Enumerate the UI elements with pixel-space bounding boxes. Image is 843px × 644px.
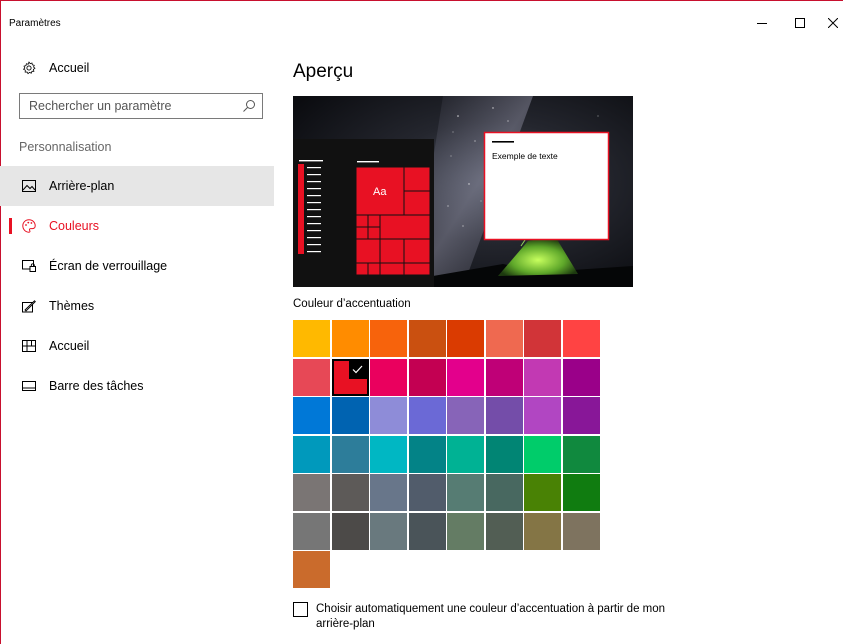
color-swatch[interactable] (485, 512, 523, 550)
picture-icon (21, 178, 37, 194)
preview-image: Aa Exemple de texte (293, 96, 633, 287)
color-swatch[interactable] (485, 474, 523, 511)
color-swatch-selected[interactable] (331, 358, 369, 396)
color-swatch[interactable] (524, 397, 561, 434)
color-swatch[interactable] (408, 435, 446, 473)
sidebar-item-label: Écran de verrouillage (49, 259, 168, 273)
color-swatch[interactable] (447, 474, 484, 511)
color-swatch[interactable] (370, 435, 407, 473)
color-swatch[interactable] (447, 397, 484, 434)
active-indicator (9, 218, 12, 234)
color-swatch[interactable] (293, 358, 330, 396)
color-swatch[interactable] (408, 397, 446, 434)
start-icon (21, 338, 37, 354)
color-swatch[interactable] (293, 512, 330, 550)
color-swatch[interactable] (485, 435, 523, 473)
color-swatch[interactable] (447, 358, 484, 396)
tile-text: Aa (373, 186, 387, 198)
color-swatch[interactable] (524, 474, 561, 511)
color-swatch[interactable] (524, 320, 561, 357)
color-swatch[interactable] (331, 397, 369, 434)
color-swatch[interactable] (408, 474, 446, 511)
lock-screen-icon (21, 258, 37, 274)
color-swatch[interactable] (562, 512, 600, 550)
sample-text: Exemple de texte (492, 151, 558, 161)
minimize-button[interactable] (747, 12, 777, 34)
color-swatch[interactable] (370, 358, 407, 396)
color-swatch[interactable] (370, 320, 407, 357)
search-icon (243, 100, 255, 112)
section-label: Personnalisation (19, 140, 112, 154)
color-swatch[interactable] (293, 397, 330, 434)
sidebar-item-label: Arrière-plan (49, 179, 115, 193)
window-title: Paramètres (9, 18, 61, 29)
color-swatch[interactable] (447, 512, 484, 550)
themes-icon (21, 298, 37, 314)
color-swatch[interactable] (408, 512, 446, 550)
color-swatch[interactable] (485, 358, 523, 396)
color-swatch[interactable] (293, 474, 330, 511)
search-placeholder: Rechercher un paramètre (29, 99, 172, 113)
sidebar-item-arriere-plan[interactable]: Arrière-plan (0, 166, 274, 206)
color-swatch[interactable] (370, 474, 407, 511)
color-swatch[interactable] (447, 320, 484, 357)
sidebar-item-label: Thèmes (49, 299, 95, 313)
auto-accent-label: Choisir automatiquement une couleur d’ac… (316, 603, 666, 630)
close-button[interactable] (823, 12, 843, 34)
page-title: Aperçu (293, 61, 354, 82)
color-swatch[interactable] (562, 320, 600, 357)
maximize-button[interactable] (785, 12, 815, 34)
color-swatch[interactable] (408, 320, 446, 357)
sidebar-item-barre-taches[interactable]: Barre des tâches (0, 366, 274, 406)
color-swatch[interactable] (331, 435, 369, 473)
maximize-icon (795, 18, 805, 28)
sidebar-item-accueil[interactable]: Accueil (0, 326, 274, 366)
color-swatch[interactable] (331, 512, 369, 550)
taskbar-icon (21, 378, 37, 394)
color-swatch[interactable] (293, 320, 330, 357)
theme-preview: Aa Exemple de texte (293, 96, 633, 287)
checkmark-icon (348, 360, 367, 379)
color-swatch[interactable] (524, 358, 561, 396)
color-swatch[interactable] (293, 435, 330, 473)
sidebar-item-label: Barre des tâches (49, 379, 144, 393)
color-swatch[interactable] (562, 435, 600, 473)
color-swatch[interactable] (485, 320, 523, 357)
sidebar: Accueil Rechercher un paramètre Personna… (0, 32, 274, 644)
color-swatch[interactable] (370, 512, 407, 550)
color-swatch[interactable] (370, 397, 407, 434)
color-swatch[interactable] (331, 474, 369, 511)
search-input[interactable]: Rechercher un paramètre (19, 93, 263, 119)
color-swatch[interactable] (524, 512, 561, 550)
title-bar: Paramètres (0, 0, 843, 32)
close-icon (828, 18, 838, 28)
minimize-icon (757, 23, 767, 24)
color-swatch[interactable] (447, 435, 484, 473)
color-swatch[interactable] (331, 320, 369, 357)
gear-icon (21, 60, 37, 76)
palette-icon (21, 218, 37, 234)
accent-color-label: Couleur d’accentuation (293, 298, 411, 310)
auto-accent-checkbox[interactable] (293, 602, 308, 617)
color-swatch[interactable] (562, 358, 600, 396)
sidebar-home-label: Accueil (49, 61, 90, 75)
sidebar-home[interactable]: Accueil (0, 48, 274, 88)
color-swatch[interactable] (562, 474, 600, 511)
sidebar-item-couleurs[interactable]: Couleurs (0, 206, 274, 246)
sidebar-item-ecran-verrouillage[interactable]: Écran de verrouillage (0, 246, 274, 286)
color-swatch[interactable] (562, 397, 600, 434)
color-swatch[interactable] (293, 551, 330, 588)
color-swatch[interactable] (408, 358, 446, 396)
sidebar-item-label: Couleurs (49, 219, 100, 233)
sidebar-item-label: Accueil (49, 339, 90, 353)
sidebar-item-themes[interactable]: Thèmes (0, 286, 274, 326)
color-swatch[interactable] (524, 435, 561, 473)
color-swatch[interactable] (485, 397, 523, 434)
